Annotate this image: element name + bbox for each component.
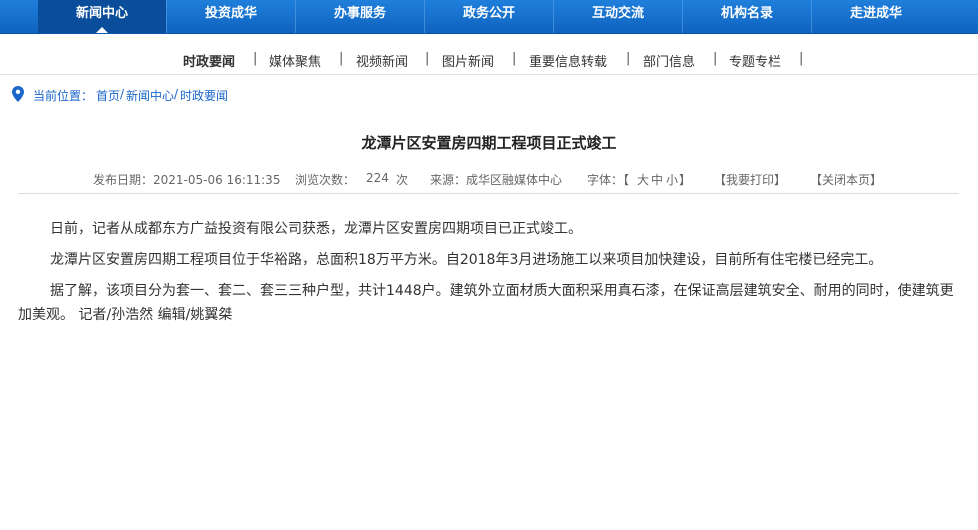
subnav-separator: | bbox=[626, 51, 631, 66]
subnav-department-info[interactable]: 部门信息 bbox=[643, 51, 695, 70]
article-source: 来源：成华区融媒体中心 bbox=[430, 173, 563, 187]
font-size-large[interactable]: 大 bbox=[637, 171, 649, 188]
subnav-separator: | bbox=[425, 51, 430, 66]
nav-services[interactable]: 办事服务 bbox=[296, 0, 424, 33]
nav-gov-affairs-label: 政务公开 bbox=[462, 6, 515, 21]
article-paragraph: 日前，记者从成都东方广益投资有限公司获悉，龙潭片区安置房四期项目已正式竣工。 bbox=[50, 221, 582, 237]
nav-about[interactable]: 走进成华 bbox=[812, 0, 940, 33]
subnav-separator: | bbox=[512, 51, 517, 66]
font-size-small[interactable]: 小 bbox=[666, 171, 678, 188]
article-meta: 发布日期：2021-05-06 16:11:35 浏览次数： 224 次 来源：… bbox=[0, 171, 978, 187]
view-count-value: 224 bbox=[366, 171, 389, 185]
breadcrumb-politics-link[interactable]: 时政要闻 bbox=[180, 87, 228, 104]
meta-divider bbox=[18, 193, 959, 194]
subnav-separator: | bbox=[799, 51, 804, 66]
subnav-important-reprints[interactable]: 重要信息转载 bbox=[529, 51, 607, 70]
nav-directory[interactable]: 机构名录 bbox=[683, 0, 811, 33]
breadcrumb-home-link[interactable]: 首页 bbox=[96, 87, 120, 104]
font-size-close-bracket: 】 bbox=[679, 173, 692, 187]
nav-news-center[interactable]: 新闻中心 bbox=[38, 0, 166, 33]
view-count-unit: 次 bbox=[396, 173, 409, 187]
article-body: 日前，记者从成都东方广益投资有限公司获悉，龙潭片区安置房四期项目已正式竣工。 龙… bbox=[18, 217, 954, 334]
nav-invest-label: 投资成华 bbox=[204, 6, 257, 21]
subnav-video-news[interactable]: 视频新闻 bbox=[356, 51, 408, 70]
sub-navigation: 时政要闻 | 媒体聚焦 | 视频新闻 | 图片新闻 | 重要信息转载 | 部门信… bbox=[0, 34, 978, 75]
view-count-label: 浏览次数： bbox=[295, 173, 356, 187]
article-paragraph: 据了解，该项目分为套一、套二、套三三种户型，共计1448户。建筑外立面材质大面积… bbox=[18, 283, 954, 323]
subnav-photo-news[interactable]: 图片新闻 bbox=[442, 51, 494, 70]
subnav-media-focus[interactable]: 媒体聚焦 bbox=[269, 51, 321, 70]
breadcrumb-news-center-link[interactable]: 新闻中心 bbox=[126, 87, 174, 104]
print-link[interactable]: 【我要打印】 bbox=[714, 171, 786, 188]
nav-interaction-label: 互动交流 bbox=[591, 6, 644, 21]
main-navigation-bar: 新闻中心 投资成华 办事服务 政务公开 互动交流 机构名录 走进成华 bbox=[0, 0, 978, 34]
nav-directory-label: 机构名录 bbox=[720, 6, 773, 21]
nav-services-label: 办事服务 bbox=[333, 6, 386, 21]
breadcrumb-label: 当前位置： bbox=[33, 89, 94, 103]
font-size-label: 字体：【 bbox=[587, 173, 630, 187]
nav-gov-affairs[interactable]: 政务公开 bbox=[425, 0, 553, 33]
breadcrumb-separator: / bbox=[120, 87, 125, 101]
subnav-separator: | bbox=[253, 51, 258, 66]
article-paragraph: 龙潭片区安置房四期工程项目位于华裕路，总面积18万平方米。自2018年3月进场施… bbox=[50, 252, 883, 268]
breadcrumb-separator: / bbox=[174, 87, 179, 101]
nav-interaction[interactable]: 互动交流 bbox=[554, 0, 682, 33]
font-size-medium[interactable]: 中 bbox=[651, 171, 663, 188]
subnav-politics-news[interactable]: 时政要闻 bbox=[183, 51, 235, 70]
article-title: 龙潭片区安置房四期工程项目正式竣工 bbox=[361, 134, 617, 152]
subnav-separator: | bbox=[339, 51, 344, 66]
nav-news-center-label: 新闻中心 bbox=[75, 6, 128, 21]
nav-about-label: 走进成华 bbox=[849, 6, 902, 21]
subnav-separator: | bbox=[713, 51, 718, 66]
location-pin-icon bbox=[12, 86, 24, 102]
nav-invest[interactable]: 投资成华 bbox=[167, 0, 295, 33]
close-page-link[interactable]: 【关闭本页】 bbox=[810, 171, 882, 188]
publish-date: 发布日期：2021-05-06 16:11:35 bbox=[93, 173, 281, 187]
subnav-special-topics[interactable]: 专题专栏 bbox=[729, 51, 781, 70]
